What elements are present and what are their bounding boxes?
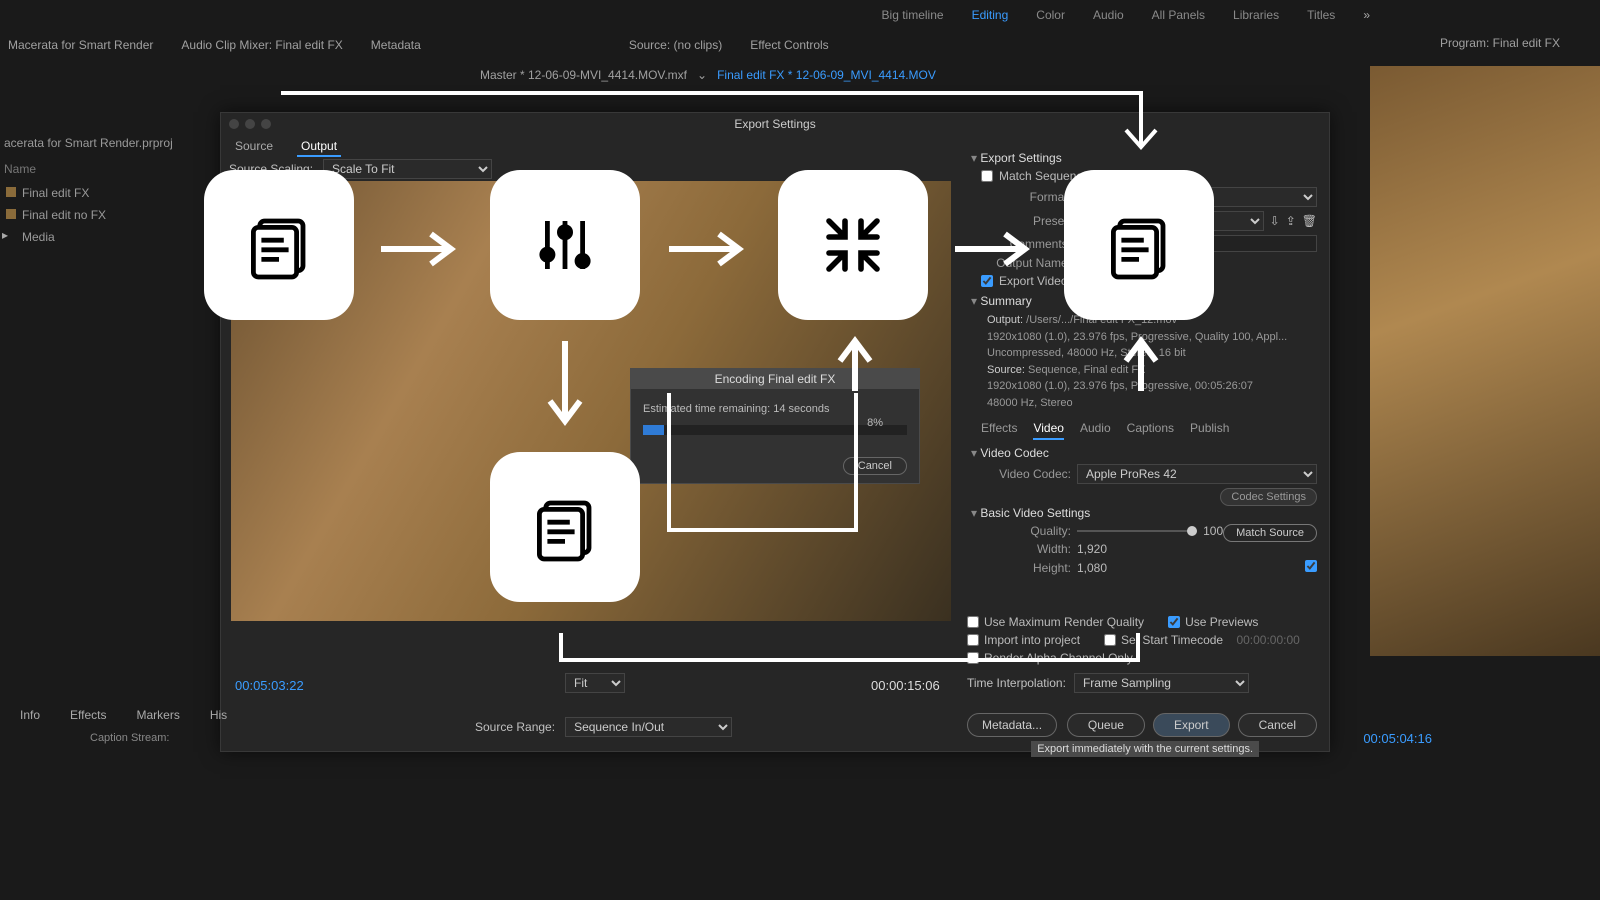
section-video-codec[interactable]: Video Codec	[971, 446, 1317, 460]
connector-line	[558, 630, 1158, 693]
document-icon	[204, 170, 354, 320]
program-monitor-preview	[1370, 66, 1600, 656]
project-name: acerata for Smart Render.prproj	[0, 130, 200, 156]
queue-button[interactable]: Queue	[1067, 713, 1145, 737]
height-value[interactable]: 1,080	[1077, 561, 1107, 575]
tab-publish[interactable]: Publish	[1190, 421, 1229, 440]
more-workspaces-icon[interactable]: »	[1363, 8, 1370, 28]
connector-line	[666, 390, 866, 543]
master-label: Master * 12-06-09-MVI_4414.MOV.mxf	[480, 68, 687, 82]
workspace-bar: Big timeline Editing Color Audio All Pan…	[0, 8, 1600, 28]
workspace-item-active[interactable]: Editing	[972, 8, 1009, 28]
delete-preset-icon[interactable]: 🗑	[1302, 214, 1317, 228]
timecode-in[interactable]: 00:05:03:22	[235, 678, 304, 693]
tab-captions[interactable]: Captions	[1127, 421, 1174, 440]
use-max-label: Use Maximum Render Quality	[984, 615, 1144, 629]
tab-source[interactable]: Source	[231, 137, 277, 157]
quality-value: 100	[1203, 524, 1223, 538]
width-value[interactable]: 1,920	[1077, 542, 1107, 556]
progress-percent: 8%	[867, 417, 883, 429]
tab-effects[interactable]: Effects	[981, 421, 1017, 440]
use-previews-checkbox[interactable]	[1168, 616, 1180, 628]
import-preset-icon[interactable]: ⇪	[1286, 214, 1296, 228]
caption-stream-label: Caption Stream:	[90, 732, 169, 744]
quality-slider[interactable]	[1077, 530, 1197, 532]
compress-icon	[778, 170, 928, 320]
video-codec-label: Video Codec:	[981, 467, 1071, 481]
connector-line	[278, 90, 1158, 153]
panel-tab[interactable]: Audio Clip Mixer: Final edit FX	[177, 36, 346, 58]
sliders-icon	[490, 170, 640, 320]
workspace-item[interactable]: Titles	[1307, 8, 1335, 28]
codec-settings-button[interactable]: Codec Settings	[1220, 488, 1317, 506]
sequence-item[interactable]: Final edit FX	[0, 182, 200, 204]
cancel-button[interactable]: Cancel	[1238, 713, 1317, 737]
panel-tab[interactable]: Metadata	[367, 36, 425, 58]
video-codec-select[interactable]: Apple ProRes 42	[1077, 464, 1317, 484]
arrow-down-icon	[540, 336, 590, 439]
tab-info[interactable]: Info	[20, 708, 40, 722]
info-panel-tabs: Info Effects Markers His	[20, 708, 227, 722]
timeline-timecode[interactable]: 00:05:04:16	[1363, 731, 1432, 746]
master-clip-row: Master * 12-06-09-MVI_4414.MOV.mxf ⌄ Fin…	[480, 68, 936, 82]
tab-video[interactable]: Video	[1033, 421, 1063, 440]
link-dimensions-checkbox[interactable]	[1305, 560, 1317, 572]
section-export-settings[interactable]: Export Settings	[971, 151, 1317, 165]
document-icon	[490, 452, 640, 602]
section-basic-video[interactable]: Basic Video Settings	[971, 506, 1317, 520]
use-previews-label: Use Previews	[1185, 615, 1258, 629]
workspace-item[interactable]: Libraries	[1233, 8, 1279, 28]
arrow-up-icon	[1116, 336, 1166, 399]
format-label: Format:	[981, 190, 1071, 204]
panel-tab[interactable]: Macerata for Smart Render	[4, 36, 157, 58]
chevron-down-icon[interactable]: ⌄	[697, 68, 707, 82]
tab-history[interactable]: His	[210, 708, 227, 722]
summary-source-label: Source:	[987, 364, 1025, 376]
arrow-right-icon	[950, 224, 1040, 277]
workspace-item[interactable]: Audio	[1093, 8, 1124, 28]
workspace-item[interactable]: All Panels	[1152, 8, 1205, 28]
program-tab[interactable]: Program: Final edit FX	[1440, 36, 1560, 58]
folder-item[interactable]: Media	[0, 226, 200, 248]
source-range-select[interactable]: Sequence In/Out	[565, 717, 732, 737]
tab-audio[interactable]: Audio	[1080, 421, 1111, 440]
height-label: Height:	[981, 561, 1071, 575]
panel-tab[interactable]: Source: (no clips)	[625, 36, 726, 58]
metadata-button[interactable]: Metadata...	[967, 713, 1057, 737]
tab-markers[interactable]: Markers	[136, 708, 179, 722]
export-tooltip: Export immediately with the current sett…	[1031, 741, 1259, 757]
set-start-tc-value: 00:00:00:00	[1236, 633, 1299, 647]
sequence-item[interactable]: Final edit no FX	[0, 204, 200, 226]
arrow-right-icon	[376, 224, 466, 277]
save-preset-icon[interactable]: ⇩	[1270, 214, 1280, 228]
match-source-button[interactable]: Match Source	[1223, 524, 1317, 542]
project-panel: acerata for Smart Render.prproj Name Fin…	[0, 130, 200, 248]
source-range-label: Source Range:	[475, 720, 555, 734]
arrow-right-icon	[664, 224, 754, 277]
panel-tabs: Macerata for Smart Render Audio Clip Mix…	[0, 36, 1600, 58]
export-button[interactable]: Export	[1153, 713, 1230, 737]
panel-tab[interactable]: Effect Controls	[746, 36, 832, 58]
width-label: Width:	[981, 542, 1071, 556]
tab-effects[interactable]: Effects	[70, 708, 106, 722]
summary-output-label: Output:	[987, 314, 1023, 326]
workspace-item[interactable]: Big timeline	[882, 8, 944, 28]
workspace-item[interactable]: Color	[1036, 8, 1065, 28]
source-scaling-select[interactable]: Scale To Fit	[323, 159, 492, 179]
use-max-quality-checkbox[interactable]	[967, 616, 979, 628]
document-icon	[1064, 170, 1214, 320]
clip-link[interactable]: Final edit FX * 12-06-09_MVI_4414.MOV	[717, 68, 936, 82]
match-sequence-checkbox[interactable]	[981, 170, 993, 182]
quality-label: Quality:	[981, 524, 1071, 538]
column-header[interactable]: Name	[0, 156, 200, 182]
